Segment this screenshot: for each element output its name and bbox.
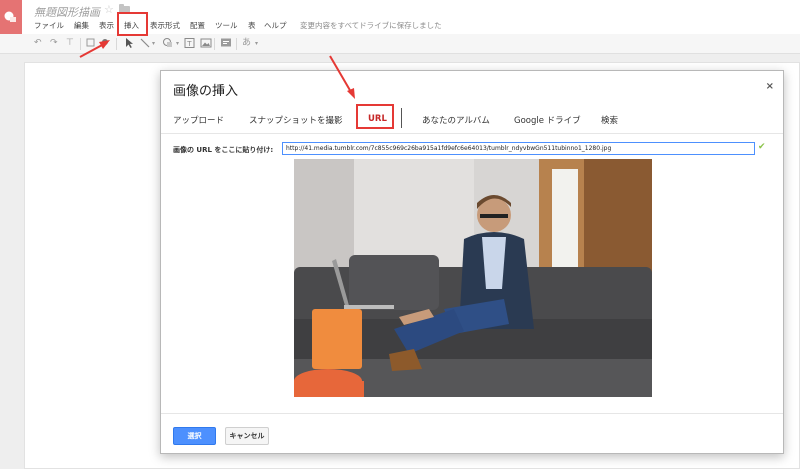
redo-icon[interactable]: ↷: [50, 37, 58, 50]
svg-text:T: T: [186, 40, 192, 48]
chevron-down-icon[interactable]: ▾: [152, 37, 155, 50]
insert-image-dialog: 画像の挿入 × アップロード スナップショットを撮影 URL あなたのアルバム …: [160, 70, 784, 454]
annotation-box-url-tab: [356, 104, 394, 129]
paint-format-icon[interactable]: ⊤: [66, 37, 74, 50]
app-logo-icon[interactable]: [0, 0, 22, 34]
tab-upload[interactable]: アップロード: [173, 114, 224, 126]
menu-edit[interactable]: 編集: [74, 20, 89, 31]
menu-arrange[interactable]: 配置: [190, 20, 205, 31]
shape-icon[interactable]: [162, 37, 174, 50]
tab-search[interactable]: 検索: [601, 114, 618, 126]
preview-photo: [294, 159, 652, 397]
tabs-divider-line: [161, 133, 783, 134]
tab-albums[interactable]: あなたのアルバム: [422, 114, 490, 126]
footer-divider: [161, 413, 783, 414]
zoom-icon[interactable]: [86, 37, 98, 50]
toolbar: ↶ ↷ ⊤ ▾ ▾ T あ ▾: [0, 34, 800, 54]
undo-icon[interactable]: ↶: [34, 37, 42, 50]
chevron-down-icon[interactable]: ▾: [255, 37, 258, 50]
zoom-magnifier-icon[interactable]: [100, 37, 110, 50]
url-field-label: 画像の URL をここに貼り付け:: [173, 146, 274, 154]
toolbar-divider: [116, 38, 117, 50]
cancel-button[interactable]: キャンセル: [225, 427, 269, 445]
url-input[interactable]: [282, 142, 755, 155]
menu-table[interactable]: 表: [248, 20, 256, 31]
image-icon[interactable]: [200, 37, 212, 50]
select-icon[interactable]: [124, 37, 134, 50]
menu-format[interactable]: 表示形式: [150, 20, 180, 31]
line-icon[interactable]: [140, 37, 150, 50]
dialog-title: 画像の挿入: [173, 84, 239, 99]
menu-tools[interactable]: ツール: [215, 20, 238, 31]
chevron-down-icon[interactable]: ▾: [176, 37, 179, 50]
dialog-tabs: アップロード スナップショットを撮影 URL あなたのアルバム Google ド…: [161, 103, 783, 133]
tab-snapshot[interactable]: スナップショットを撮影: [249, 114, 343, 126]
close-icon[interactable]: ×: [766, 81, 774, 92]
document-title[interactable]: 無題図形描画: [34, 4, 100, 20]
annotation-box-insert-menu: [117, 12, 148, 36]
image-preview: [294, 159, 652, 397]
select-button[interactable]: 選択: [173, 427, 216, 445]
menu-file[interactable]: ファイル: [34, 20, 64, 31]
toolbar-divider: [236, 38, 237, 50]
menu-help[interactable]: ヘルプ: [264, 20, 287, 31]
tab-google-drive[interactable]: Google ドライブ: [514, 114, 581, 126]
star-icon[interactable]: ☆: [104, 3, 114, 16]
check-icon: ✔: [758, 142, 766, 152]
toolbar-divider: [214, 38, 215, 50]
tab-divider: [401, 108, 402, 128]
textbox-icon[interactable]: T: [184, 37, 196, 50]
comment-icon[interactable]: [220, 37, 232, 50]
toolbar-divider: [80, 38, 81, 50]
save-status: 変更内容をすべてドライブに保存しました: [300, 21, 442, 30]
menu-view[interactable]: 表示: [99, 20, 114, 31]
text-style-button[interactable]: あ: [242, 37, 251, 50]
